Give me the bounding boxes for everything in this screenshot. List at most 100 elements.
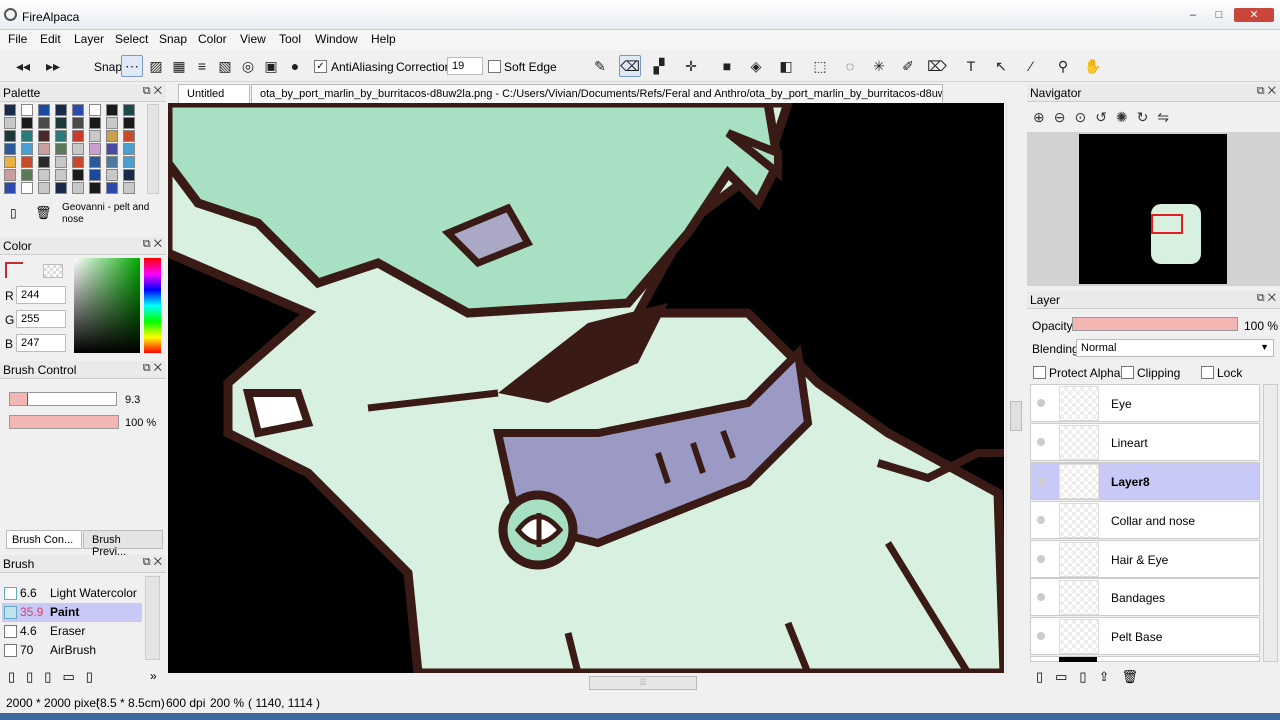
palette-swatch[interactable] (38, 143, 50, 155)
palette-swatch[interactable] (72, 104, 84, 116)
operation-icon[interactable]: ↖ (990, 55, 1012, 77)
brush-item-selected[interactable]: 35.9 Paint (2, 603, 142, 622)
palette-swatch[interactable] (21, 104, 33, 116)
layer-actions-icon[interactable]: ▯▭▯⇪🗑 (1036, 669, 1150, 685)
palette-swatch[interactable] (106, 117, 118, 129)
palette-swatch[interactable] (106, 169, 118, 181)
menu-color[interactable]: Color (198, 32, 227, 46)
palette-swatch[interactable] (21, 169, 33, 181)
brush-item[interactable]: 6.6 Light Watercolor (2, 584, 142, 603)
text-icon[interactable]: T (960, 55, 982, 77)
palette-swatch[interactable] (72, 117, 84, 129)
panel-controls-icon[interactable]: ⧉ ✕ (143, 556, 162, 569)
minimize-button[interactable]: – (1182, 8, 1204, 22)
palette-swatch[interactable] (4, 169, 16, 181)
snap-radial-icon[interactable]: ▧ (214, 55, 236, 77)
layer-opacity-slider[interactable] (1072, 317, 1238, 331)
menu-snap[interactable]: Snap (159, 32, 187, 46)
layer-row[interactable]: Eye (1030, 384, 1260, 422)
palette-swatch[interactable] (89, 117, 101, 129)
hscroll-thumb[interactable]: ⦙⦙⦙ (589, 676, 697, 690)
palette-swatch[interactable] (89, 182, 101, 194)
tab-brush-preview[interactable]: Brush Previ... (83, 530, 163, 558)
palette-swatch[interactable] (106, 182, 118, 194)
menu-edit[interactable]: Edit (40, 32, 61, 46)
palette-swatch[interactable] (123, 156, 135, 168)
palette-swatch[interactable] (89, 143, 101, 155)
palette-swatch[interactable] (123, 182, 135, 194)
tab-brush-control[interactable]: Brush Con... (6, 530, 82, 549)
layer-row[interactable]: Collar and nose (1030, 501, 1260, 539)
panel-controls-icon[interactable]: ⧉ ✕ (143, 362, 162, 375)
eraser-icon[interactable]: ⌫ (619, 55, 641, 77)
layer-row[interactable]: Hair & Eye (1030, 540, 1260, 578)
doc-tab-untitled[interactable]: Untitled (178, 84, 250, 103)
palette-swatch[interactable] (55, 156, 67, 168)
palette-swatch[interactable] (21, 143, 33, 155)
navigator-area[interactable] (1027, 132, 1280, 286)
palette-swatch[interactable] (55, 117, 67, 129)
prev-icon[interactable]: ◂◂ (12, 55, 34, 77)
panel-controls-icon[interactable]: ⧉ ✕ (1257, 85, 1276, 98)
brush-item[interactable]: 70 AirBrush (2, 641, 142, 660)
palette-swatch[interactable] (4, 182, 16, 194)
palette-swatch[interactable] (123, 143, 135, 155)
layer-row[interactable]: Pelt Base (1030, 617, 1260, 655)
g-field[interactable]: 255 (16, 310, 66, 328)
menu-file[interactable]: File (8, 32, 27, 46)
hue-slider[interactable] (144, 258, 161, 353)
layer-row-partial[interactable] (1030, 656, 1260, 662)
magic-wand-icon[interactable]: ✳ (868, 55, 890, 77)
drawing-canvas[interactable] (168, 103, 1004, 673)
palette-swatch[interactable] (4, 117, 16, 129)
palette-swatch[interactable] (21, 156, 33, 168)
palette-scrollbar[interactable] (147, 104, 159, 194)
snap-parallel-icon[interactable]: ▨ (145, 55, 167, 77)
palette-swatch[interactable] (55, 143, 67, 155)
navigator-zoom-controls-icon[interactable]: ⊕⊖⊙↺✺↻⇋ (1033, 109, 1178, 126)
palette-swatch[interactable] (4, 130, 16, 142)
palette-swatch[interactable] (55, 182, 67, 194)
palette-swatch[interactable] (106, 104, 118, 116)
layer-scrollbar[interactable] (1263, 384, 1278, 662)
next-icon[interactable]: ▸▸ (42, 55, 64, 77)
palette-swatch[interactable] (89, 104, 101, 116)
palette-swatch[interactable] (72, 156, 84, 168)
correction-select[interactable]: 19 (447, 57, 483, 75)
snap-off-icon[interactable]: ⋯ (121, 55, 143, 77)
palette-swatch[interactable] (123, 169, 135, 181)
color-saturation-square[interactable] (74, 258, 140, 353)
palette-swatch[interactable] (123, 104, 135, 116)
visibility-icon[interactable] (1037, 438, 1045, 446)
visibility-icon[interactable] (1037, 632, 1045, 640)
palette-swatch[interactable] (21, 130, 33, 142)
palette-swatch[interactable] (38, 104, 50, 116)
palette-swatch[interactable] (106, 130, 118, 142)
palette-swatch[interactable] (38, 117, 50, 129)
visibility-icon[interactable] (1037, 555, 1045, 563)
antialias-checkbox[interactable]: ✓ (314, 60, 327, 73)
panel-controls-icon[interactable]: ⧉ ✕ (143, 85, 162, 98)
brush-actions-icon[interactable]: ▯▯▯▭▯ (8, 669, 104, 685)
palette-swatch[interactable] (89, 156, 101, 168)
menu-window[interactable]: Window (315, 32, 358, 46)
palette-swatch[interactable] (38, 169, 50, 181)
palette-swatch[interactable] (106, 143, 118, 155)
snap-lines-icon[interactable]: ≡ (191, 55, 213, 77)
vscroll-thumb[interactable] (1010, 401, 1022, 431)
palette-swatch[interactable] (4, 104, 16, 116)
move-icon[interactable]: ✛ (680, 55, 702, 77)
palette-swatch[interactable] (21, 182, 33, 194)
palette-swatch[interactable] (55, 104, 67, 116)
visibility-icon[interactable] (1037, 399, 1045, 407)
palette-swatch-grid[interactable] (4, 104, 144, 196)
palette-swatch[interactable] (55, 169, 67, 181)
select-icon[interactable]: ⬚ (809, 55, 831, 77)
palette-swatch[interactable] (4, 156, 16, 168)
new-palette-icon[interactable]: ▯ (10, 206, 17, 220)
palette-swatch[interactable] (38, 130, 50, 142)
palette-swatch[interactable] (72, 169, 84, 181)
palette-swatch[interactable] (123, 117, 135, 129)
palette-swatch[interactable] (72, 182, 84, 194)
fill-rect-icon[interactable]: ■ (716, 55, 738, 77)
